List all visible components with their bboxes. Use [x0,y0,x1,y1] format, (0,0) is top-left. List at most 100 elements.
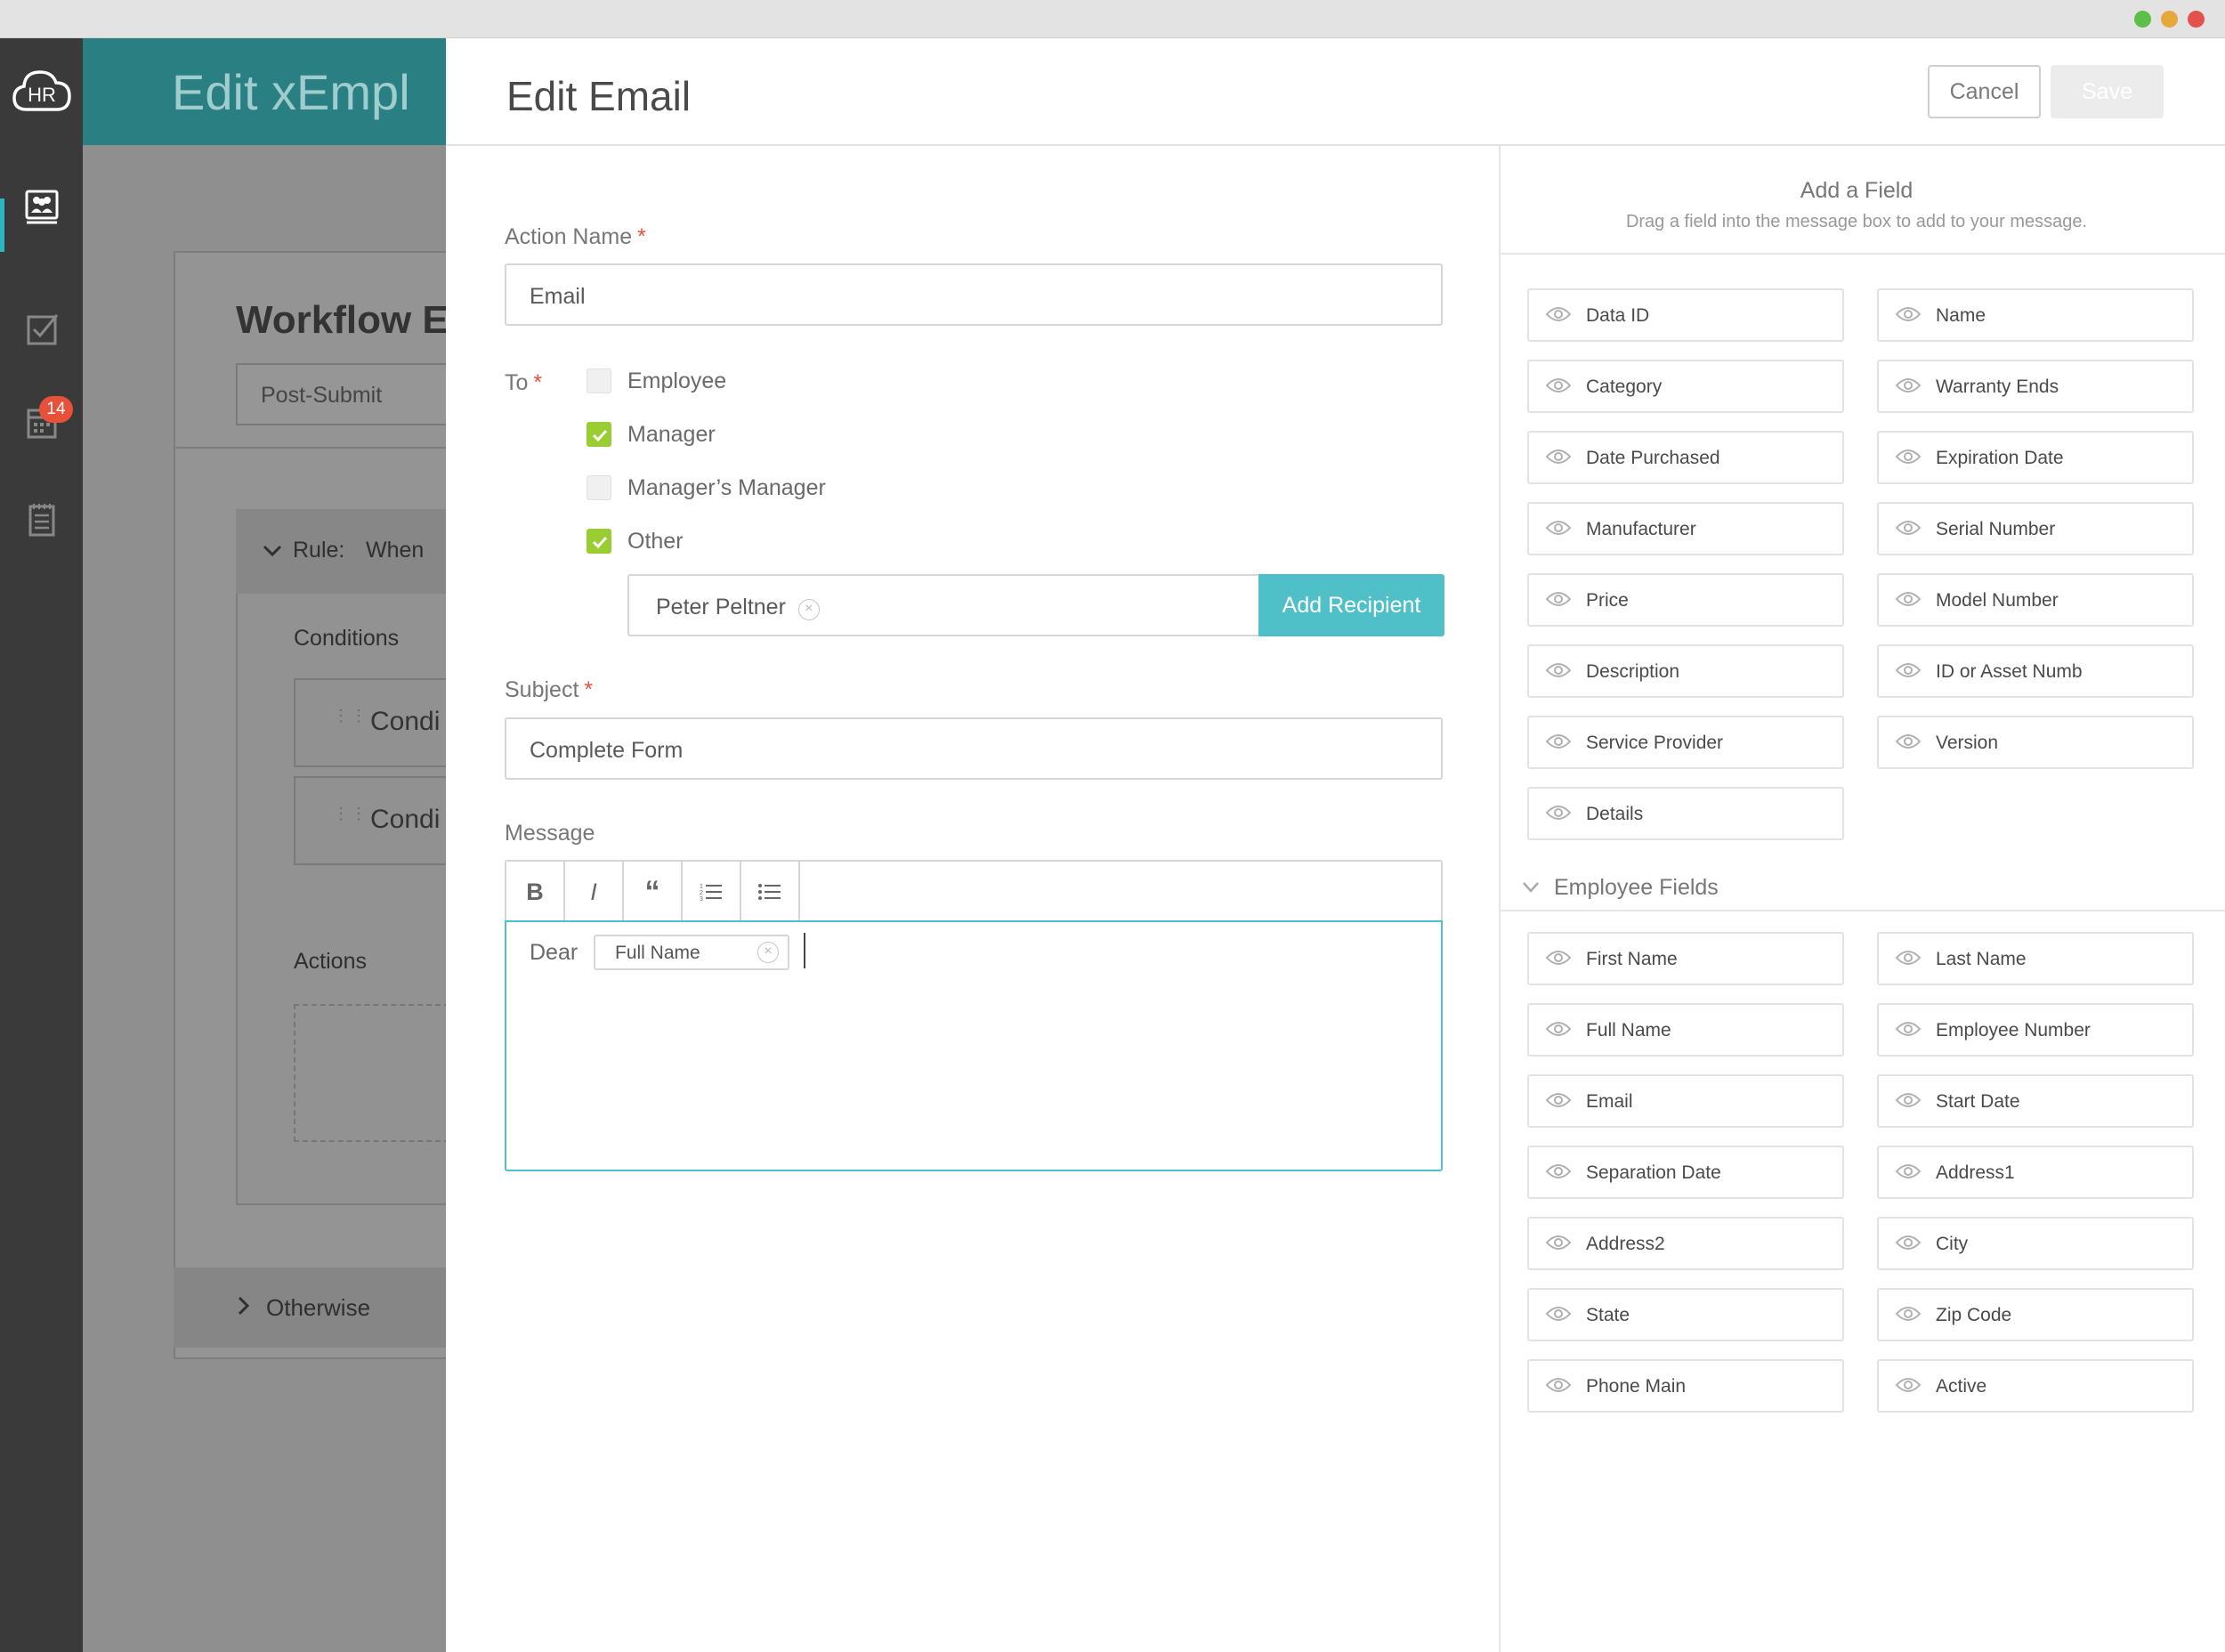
field-chip[interactable]: Warranty Ends [1877,360,2194,413]
eye-icon [1895,1378,1922,1392]
add-recipient-button[interactable]: Add Recipient [1258,574,1444,636]
save-button[interactable]: Save [2051,65,2164,118]
field-chip[interactable]: ID or Asset Numb [1877,644,2194,698]
eye-icon [1895,1022,1922,1036]
managers-manager-checkbox[interactable] [587,475,611,500]
field-chip[interactable]: Address1 [1877,1146,2194,1199]
eye-icon [1545,951,1572,965]
manager-checkbox[interactable] [587,422,611,447]
field-chip-label: Details [1586,804,1644,824]
field-chip[interactable]: Phone Main [1527,1359,1844,1413]
left-navigation: HR 14 [0,38,83,1652]
field-chip[interactable]: Start Date [1877,1074,2194,1128]
check-icon [592,429,608,442]
field-chip[interactable]: Name [1877,288,2194,342]
ordered-list-button[interactable]: 1 2 3 [683,862,741,922]
actions-dropzone [294,1004,449,1142]
field-chip[interactable]: Active [1877,1359,2194,1413]
rule-when: When [366,538,425,563]
field-chip[interactable]: Separation Date [1527,1146,1844,1199]
remove-field-icon[interactable]: × [757,942,779,963]
field-chip-label: ID or Asset Numb [1936,661,2083,682]
employee-fields-title: Employee Fields [1554,875,1719,900]
field-chip[interactable]: Category [1527,360,1844,413]
field-chip-label: Phone Main [1586,1376,1687,1397]
field-chip[interactable]: Price [1527,573,1844,627]
field-chip[interactable]: Service Provider [1527,716,1844,769]
field-chip[interactable]: Last Name [1877,932,2194,985]
eye-icon [1895,663,1922,677]
condition-item: ⋮⋮ Condi [294,678,449,767]
subject-label-text: Subject [505,677,579,702]
eye-icon [1545,1022,1572,1036]
field-chip-label: Name [1936,305,1986,326]
eye-icon [1545,1235,1572,1250]
field-chip[interactable]: Employee Number [1877,1003,2194,1057]
action-name-label: Action Name * [505,224,646,250]
close-window-button[interactable] [2188,11,2205,28]
action-name-input[interactable]: Email [505,263,1443,326]
field-chip-label: Service Provider [1586,733,1724,753]
other-recipient-input[interactable]: Peter Peltner × [627,574,1259,636]
people-icon[interactable] [23,188,61,225]
background-page-title: Edit xEmpl [172,64,410,120]
svg-text:2: 2 [700,890,703,896]
notification-badge: 14 [39,396,73,423]
field-chip[interactable]: Description [1527,644,1844,698]
message-field-chip[interactable]: Full Name × [594,935,789,970]
workflow-divider [174,447,449,449]
eye-icon [1545,307,1572,321]
quote-button[interactable]: “ [624,862,683,922]
field-chip[interactable]: Version [1877,716,2194,769]
field-chip-label: Data ID [1586,305,1650,326]
condition-item: ⋮⋮ Condi [294,776,449,865]
eye-icon [1895,378,1922,393]
manager-label: Manager [627,422,716,447]
field-chip[interactable]: Data ID [1527,288,1844,342]
field-chip[interactable]: Details [1527,787,1844,840]
field-chip[interactable]: Zip Code [1877,1288,2194,1341]
trigger-select-value: Post-Submit [261,383,383,408]
chevron-down-icon [1523,882,1539,893]
eye-icon [1895,449,1922,464]
italic-button[interactable]: I [565,862,624,922]
eye-icon [1545,378,1572,393]
field-chip[interactable]: City [1877,1217,2194,1270]
minimize-window-button[interactable] [2161,11,2178,28]
window-titlebar [0,0,2225,38]
message-label: Message [505,821,595,846]
trigger-select: Post-Submit [236,363,449,425]
subject-input[interactable]: Complete Form [505,717,1443,780]
field-chip[interactable]: Serial Number [1877,502,2194,555]
hr-cloud-logo[interactable]: HR [11,65,73,118]
field-chip[interactable]: Full Name [1527,1003,1844,1057]
recipient-chip: Peter Peltner × [656,595,820,620]
field-chip[interactable]: Email [1527,1074,1844,1128]
maximize-window-button[interactable] [2134,11,2151,28]
notes-icon[interactable] [23,501,61,539]
to-label: To * [505,370,542,396]
remove-recipient-icon[interactable]: × [797,599,820,620]
field-chip-label: Start Date [1936,1091,2020,1112]
bold-button[interactable]: B [506,862,565,922]
employee-fields-header[interactable]: Employee Fields [1501,867,2225,911]
bullet-list-button[interactable] [741,862,800,922]
employee-checkbox[interactable] [587,368,611,393]
checkbox-icon[interactable] [23,310,61,347]
other-checkbox[interactable] [587,529,611,554]
cancel-button[interactable]: Cancel [1928,65,2041,118]
eye-icon [1895,1235,1922,1250]
editor-toolbar: B I “ 1 2 3 [505,860,1443,922]
field-chip[interactable]: Date Purchased [1527,431,1844,484]
field-chip[interactable]: Manufacturer [1527,502,1844,555]
field-chip[interactable]: State [1527,1288,1844,1341]
field-chip[interactable]: First Name [1527,932,1844,985]
field-chip[interactable]: Expiration Date [1877,431,2194,484]
modal-header: Edit Email Cancel Save [446,38,2225,146]
eye-icon [1895,1164,1922,1178]
field-chip[interactable]: Address2 [1527,1217,1844,1270]
drag-handle-icon: ⋮⋮ [333,707,368,725]
svg-text:1: 1 [700,884,703,890]
field-chip[interactable]: Model Number [1877,573,2194,627]
message-editor[interactable]: Dear Full Name × [505,920,1443,1171]
